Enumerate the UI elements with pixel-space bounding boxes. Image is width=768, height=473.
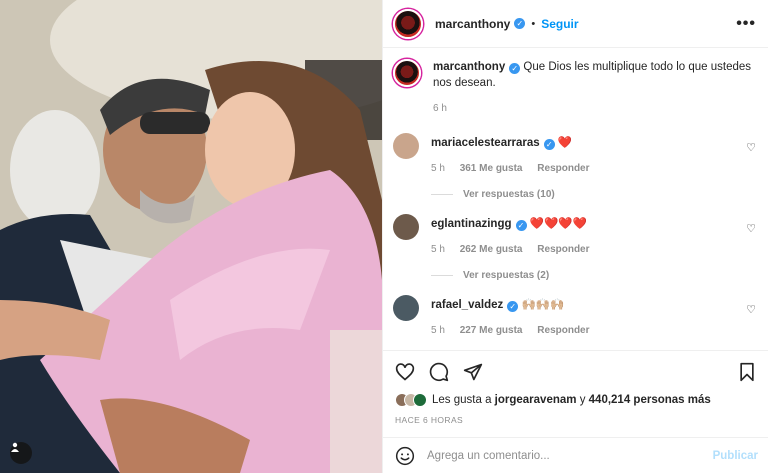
comment-likes[interactable]: 227 Me gusta: [460, 325, 523, 336]
comment-time: 5 h: [431, 163, 445, 174]
post-photo[interactable]: [0, 0, 382, 473]
likes-summary: Les gusta a jorgearavenam y 440,214 pers…: [395, 393, 756, 407]
like-comment-icon[interactable]: ♡: [746, 303, 756, 316]
commenter-avatar[interactable]: [393, 133, 419, 159]
verified-icon: ✓: [507, 301, 519, 312]
comment-username[interactable]: rafael_valdez: [431, 299, 503, 311]
like-comment-icon[interactable]: ♡: [746, 222, 756, 235]
comment-text: ❤️❤️❤️❤️: [529, 218, 587, 230]
comment-likes[interactable]: 262 Me gusta: [460, 244, 523, 255]
post-header: marcanthony ✓ • Seguir •••: [383, 0, 768, 48]
liker-username[interactable]: jorgearavenam: [495, 394, 577, 406]
likes-others[interactable]: 440,214 personas más: [589, 394, 711, 406]
verified-icon: ✓: [543, 139, 555, 150]
comment-likes[interactable]: 361 Me gusta: [460, 163, 523, 174]
commenter-avatar[interactable]: [393, 295, 419, 321]
caption-username[interactable]: marcanthony: [433, 61, 505, 73]
comments-section: marcanthony ✓ Que Dios les multiplique to…: [383, 49, 768, 349]
comment-time: 5 h: [431, 325, 445, 336]
likes-connector: y: [579, 394, 586, 406]
view-replies-button[interactable]: Ver respuestas (2): [431, 270, 756, 281]
like-comment-icon[interactable]: ♡: [746, 141, 756, 154]
reply-button[interactable]: Responder: [537, 244, 589, 255]
view-replies-label[interactable]: Ver respuestas (2): [463, 270, 549, 281]
author-username[interactable]: marcanthony: [435, 17, 510, 31]
verified-icon: ✓: [514, 18, 526, 29]
comment-item: rafael_valdez ✓ 🙌🏼🙌🏼🙌🏼 5 h 227 Me gusta R…: [393, 295, 756, 339]
tagged-users-icon[interactable]: [10, 442, 32, 464]
comment-username[interactable]: eglantinazingg: [431, 218, 512, 230]
comment-text: ❤️: [557, 137, 573, 149]
verified-icon: ✓: [515, 220, 527, 231]
comment-icon[interactable]: [429, 362, 449, 382]
more-options-icon[interactable]: •••: [736, 15, 756, 33]
verified-icon: ✓: [509, 63, 521, 74]
post-timestamp[interactable]: HACE 6 HORAS: [395, 415, 756, 425]
author-avatar[interactable]: [393, 8, 423, 39]
reply-button[interactable]: Responder: [537, 163, 589, 174]
follow-button[interactable]: Seguir: [541, 17, 578, 31]
comment-username[interactable]: mariacelestearraras: [431, 137, 540, 149]
save-icon[interactable]: [738, 362, 756, 382]
share-icon[interactable]: [463, 362, 483, 382]
comment-item: mariacelestearraras ✓ ❤️ 5 h 361 Me gusta…: [393, 133, 756, 177]
liker-avatar[interactable]: [413, 393, 427, 407]
comment-text: 🙌🏼🙌🏼🙌🏼: [521, 299, 565, 311]
photo-illustration: [0, 0, 382, 473]
replies-divider: [431, 194, 453, 195]
comment-time: 5 h: [431, 244, 445, 255]
comment-item: eglantinazingg ✓ ❤️❤️❤️❤️ 5 h 262 Me gust…: [393, 214, 756, 258]
add-comment-bar: Publicar: [383, 437, 768, 473]
emoji-icon[interactable]: [395, 446, 415, 466]
publish-button[interactable]: Publicar: [713, 450, 758, 462]
post-actions: Les gusta a jorgearavenam y 440,214 pers…: [383, 350, 768, 425]
post-panel: marcanthony ✓ • Seguir ••• marcanthony ✓ …: [382, 0, 768, 473]
separator-dot: •: [531, 17, 536, 30]
replies-divider: [431, 275, 453, 276]
reply-button[interactable]: Responder: [537, 325, 589, 336]
view-replies-label[interactable]: Ver respuestas (10): [463, 189, 555, 200]
likes-prefix: Les gusta a: [432, 394, 492, 406]
comment-input[interactable]: [427, 449, 713, 462]
view-replies-button[interactable]: Ver respuestas (10): [431, 189, 756, 200]
caption: marcanthony ✓ Que Dios les multiplique to…: [393, 59, 756, 117]
commenter-avatar[interactable]: [393, 214, 419, 240]
caption-time: 6 h: [433, 103, 447, 114]
caption-avatar[interactable]: [393, 59, 421, 87]
like-icon[interactable]: [395, 362, 415, 382]
